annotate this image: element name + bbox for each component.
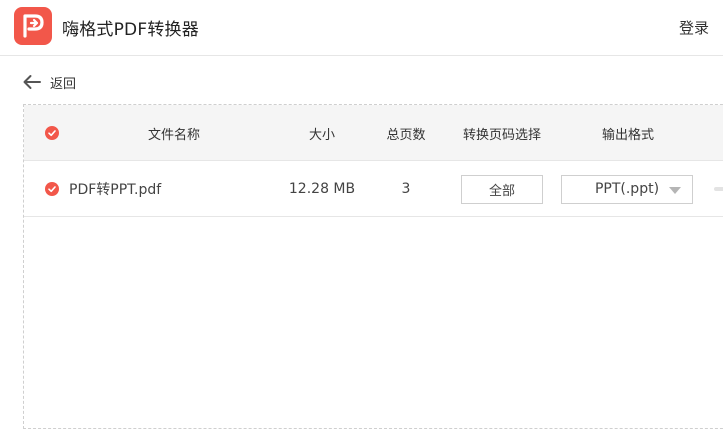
file-name: PDF转PPT.pdf <box>69 182 162 198</box>
arrow-left-icon <box>23 75 41 89</box>
output-format-cell: PPT(.ppt) <box>561 161 693 217</box>
app-logo-icon <box>14 7 52 45</box>
login-button[interactable]: 登录 <box>679 17 709 38</box>
caret-down-icon <box>669 186 681 194</box>
back-button[interactable]: 返回 <box>22 70 76 94</box>
back-label: 返回 <box>50 76 77 92</box>
file-size: 12.28 MB <box>288 181 356 197</box>
header-page-select: 转换页码选择 <box>462 127 541 143</box>
select-all-checkbox[interactable] <box>45 105 59 161</box>
row-action-stub[interactable] <box>714 187 723 191</box>
check-circle-icon <box>45 182 59 196</box>
file-list-panel: 文件名称 大小 总页数 转换页码选择 输出格式 PDF转PPT.pdf 12.2… <box>23 104 723 429</box>
header-pages: 总页数 <box>386 127 426 143</box>
header-size: 大小 <box>308 127 335 143</box>
output-format-value: PPT(.ppt) <box>594 181 660 197</box>
page-select-cell: 全部 <box>461 161 543 217</box>
page-count: 3 <box>401 181 411 197</box>
row-checkbox[interactable] <box>45 161 59 217</box>
check-circle-icon <box>45 126 59 140</box>
page-range-button[interactable]: 全部 <box>461 174 543 204</box>
table-row: PDF转PPT.pdf 12.28 MB 3 全部 PPT(.ppt) <box>24 161 723 217</box>
table-header: 文件名称 大小 总页数 转换页码选择 输出格式 <box>24 105 723 161</box>
title-bar: 嗨格式PDF转换器 登录 <box>0 0 723 56</box>
header-file-name: 文件名称 <box>147 127 200 143</box>
output-format-select[interactable]: PPT(.ppt) <box>561 174 693 204</box>
header-output-format: 输出格式 <box>601 127 654 143</box>
app-title: 嗨格式PDF转换器 <box>62 20 199 40</box>
